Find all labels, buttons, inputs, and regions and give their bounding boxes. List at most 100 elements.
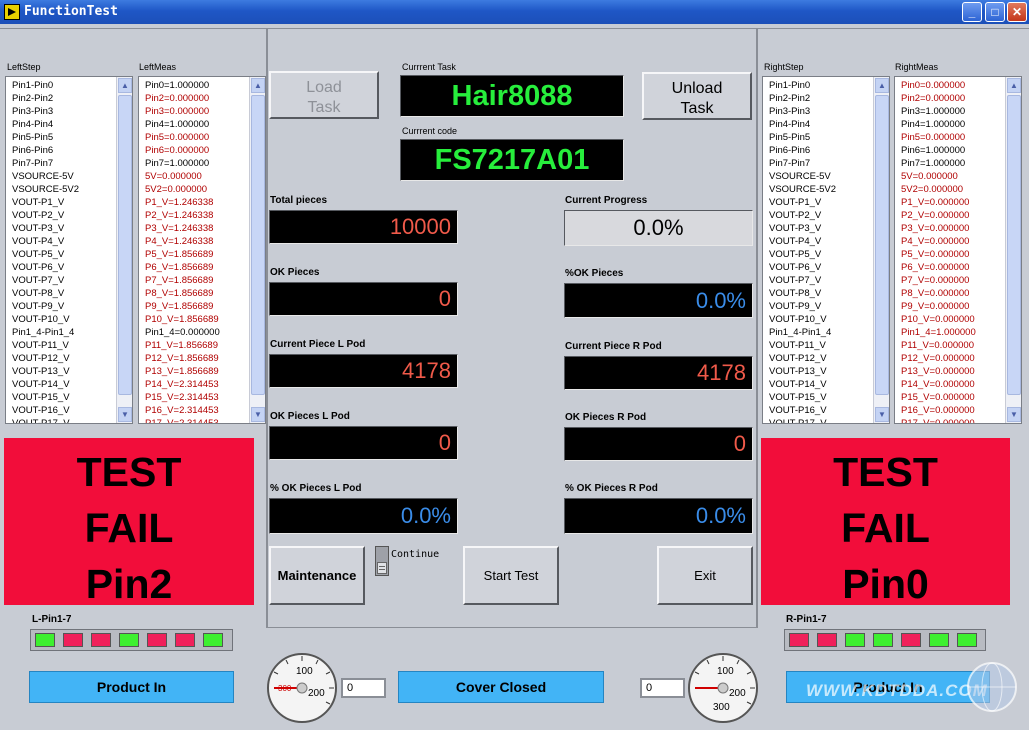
left-step-item[interactable]: VOUT-P5_V	[6, 248, 115, 261]
left-step-item[interactable]: VOUT-P11_V	[6, 339, 115, 352]
minimize-button[interactable]: _	[962, 2, 982, 22]
left-step-item[interactable]: VOUT-P6_V	[6, 261, 115, 274]
right-step-item[interactable]: VOUT-P15_V	[763, 391, 872, 404]
left-meas-item[interactable]: 5V=0.000000	[139, 170, 248, 183]
right-step-item[interactable]: VOUT-P6_V	[763, 261, 872, 274]
right-meas-item[interactable]: P13_V=0.000000	[895, 365, 1004, 378]
left-step-item[interactable]: VOUT-P12_V	[6, 352, 115, 365]
left-step-item[interactable]: VOUT-P17_V	[6, 417, 115, 423]
right-meas-item[interactable]: 5V2=0.000000	[895, 183, 1004, 196]
left-meas-item[interactable]: P9_V=1.856689	[139, 300, 248, 313]
right-gauge-value[interactable]: 0	[640, 678, 685, 698]
left-step-item[interactable]: VOUT-P2_V	[6, 209, 115, 222]
left-step-item[interactable]: VOUT-P3_V	[6, 222, 115, 235]
left-meas-item[interactable]: Pin0=1.000000	[139, 79, 248, 92]
unload-task-button[interactable]: Unload Task	[642, 72, 752, 120]
right-step-item[interactable]: VOUT-P7_V	[763, 274, 872, 287]
right-meas-item[interactable]: 5V=0.000000	[895, 170, 1004, 183]
right-meas-item[interactable]: P10_V=0.000000	[895, 313, 1004, 326]
left-meas-item[interactable]: P3_V=1.246338	[139, 222, 248, 235]
left-meas-item[interactable]: P8_V=1.856689	[139, 287, 248, 300]
left-step-item[interactable]: Pin2-Pin2	[6, 92, 115, 105]
right-meas-item[interactable]: P7_V=0.000000	[895, 274, 1004, 287]
right-step-item[interactable]: VOUT-P10_V	[763, 313, 872, 326]
right-step-item[interactable]: Pin5-Pin5	[763, 131, 872, 144]
right-step-item[interactable]: VOUT-P5_V	[763, 248, 872, 261]
right-step-list[interactable]: Pin1-Pin0 Pin2-Pin2 Pin3-Pin3 Pin4-Pin4 Pin5…	[762, 76, 890, 424]
right-step-item[interactable]: VOUT-P12_V	[763, 352, 872, 365]
right-meas-item[interactable]: Pin3=1.000000	[895, 105, 1004, 118]
right-step-item[interactable]: VOUT-P4_V	[763, 235, 872, 248]
right-meas-item[interactable]: P2_V=0.000000	[895, 209, 1004, 222]
right-step-item[interactable]: Pin2-Pin2	[763, 92, 872, 105]
right-meas-item[interactable]: Pin6=1.000000	[895, 144, 1004, 157]
left-step-item[interactable]: VOUT-P9_V	[6, 300, 115, 313]
right-step-scrollbar[interactable]: ▲ ▼	[873, 77, 889, 423]
right-step-item[interactable]: Pin1_4-Pin1_4	[763, 326, 872, 339]
left-meas-item[interactable]: P6_V=1.856689	[139, 261, 248, 274]
right-step-item[interactable]: VOUT-P2_V	[763, 209, 872, 222]
left-step-item[interactable]: Pin1-Pin0	[6, 79, 115, 92]
right-meas-item[interactable]: P14_V=0.000000	[895, 378, 1004, 391]
left-step-item[interactable]: VOUT-P8_V	[6, 287, 115, 300]
right-step-item[interactable]: VSOURCE-5V	[763, 170, 872, 183]
left-step-item[interactable]: VOUT-P1_V	[6, 196, 115, 209]
left-step-item[interactable]: VOUT-P14_V	[6, 378, 115, 391]
scroll-up-icon[interactable]: ▲	[1007, 78, 1021, 93]
right-meas-item[interactable]: P17_V=0.000000	[895, 417, 1004, 423]
left-meas-item[interactable]: P17_V=2.314453	[139, 417, 248, 423]
scroll-thumb[interactable]	[251, 95, 265, 395]
right-meas-item[interactable]: P6_V=0.000000	[895, 261, 1004, 274]
left-meas-item[interactable]: Pin2=0.000000	[139, 92, 248, 105]
left-meas-item[interactable]: P2_V=1.246338	[139, 209, 248, 222]
left-meas-item[interactable]: P14_V=2.314453	[139, 378, 248, 391]
right-step-item[interactable]: VSOURCE-5V2	[763, 183, 872, 196]
right-meas-scrollbar[interactable]: ▲ ▼	[1005, 77, 1021, 423]
left-meas-item[interactable]: Pin4=1.000000	[139, 118, 248, 131]
left-meas-item[interactable]: Pin5=0.000000	[139, 131, 248, 144]
close-button[interactable]: ✕	[1007, 2, 1027, 22]
scroll-thumb[interactable]	[1007, 95, 1021, 395]
left-step-item[interactable]: Pin5-Pin5	[6, 131, 115, 144]
left-meas-item[interactable]: P16_V=2.314453	[139, 404, 248, 417]
right-step-item[interactable]: Pin4-Pin4	[763, 118, 872, 131]
right-meas-item[interactable]: Pin5=0.000000	[895, 131, 1004, 144]
left-meas-item[interactable]: P5_V=1.856689	[139, 248, 248, 261]
right-step-item[interactable]: VOUT-P3_V	[763, 222, 872, 235]
right-meas-item[interactable]: P8_V=0.000000	[895, 287, 1004, 300]
left-step-item[interactable]: Pin7-Pin7	[6, 157, 115, 170]
left-meas-item[interactable]: P4_V=1.246338	[139, 235, 248, 248]
right-step-item[interactable]: Pin1-Pin0	[763, 79, 872, 92]
left-meas-item[interactable]: Pin1_4=0.000000	[139, 326, 248, 339]
left-step-item[interactable]: VOUT-P13_V	[6, 365, 115, 378]
right-meas-item[interactable]: Pin4=1.000000	[895, 118, 1004, 131]
right-meas-item[interactable]: P11_V=0.000000	[895, 339, 1004, 352]
left-meas-item[interactable]: P1_V=1.246338	[139, 196, 248, 209]
right-step-item[interactable]: VOUT-P16_V	[763, 404, 872, 417]
maintenance-button[interactable]: Maintenance	[269, 546, 365, 605]
continue-toggle[interactable]	[375, 546, 389, 576]
left-step-item[interactable]: VSOURCE-5V	[6, 170, 115, 183]
right-meas-item[interactable]: P12_V=0.000000	[895, 352, 1004, 365]
exit-button[interactable]: Exit	[657, 546, 753, 605]
left-meas-item[interactable]: P12_V=1.856689	[139, 352, 248, 365]
load-task-button[interactable]: Load Task	[269, 71, 379, 119]
left-meas-item[interactable]: Pin3=0.000000	[139, 105, 248, 118]
right-meas-item[interactable]: Pin0=0.000000	[895, 79, 1004, 92]
right-meas-item[interactable]: P3_V=0.000000	[895, 222, 1004, 235]
left-step-item[interactable]: VSOURCE-5V2	[6, 183, 115, 196]
right-step-item[interactable]: Pin6-Pin6	[763, 144, 872, 157]
left-step-scrollbar[interactable]: ▲ ▼	[116, 77, 132, 423]
right-meas-item[interactable]: P5_V=0.000000	[895, 248, 1004, 261]
right-meas-list[interactable]: Pin0=0.000000 Pin2=0.000000 Pin3=1.000000 P…	[894, 76, 1022, 424]
right-meas-item[interactable]: P15_V=0.000000	[895, 391, 1004, 404]
right-meas-item[interactable]: P9_V=0.000000	[895, 300, 1004, 313]
right-meas-item[interactable]: Pin1_4=1.000000	[895, 326, 1004, 339]
left-meas-item[interactable]: P10_V=1.856689	[139, 313, 248, 326]
left-step-item[interactable]: Pin4-Pin4	[6, 118, 115, 131]
left-step-item[interactable]: VOUT-P16_V	[6, 404, 115, 417]
right-meas-item[interactable]: Pin7=1.000000	[895, 157, 1004, 170]
right-meas-item[interactable]: P1_V=0.000000	[895, 196, 1004, 209]
left-meas-item[interactable]: Pin7=1.000000	[139, 157, 248, 170]
left-meas-item[interactable]: P7_V=1.856689	[139, 274, 248, 287]
